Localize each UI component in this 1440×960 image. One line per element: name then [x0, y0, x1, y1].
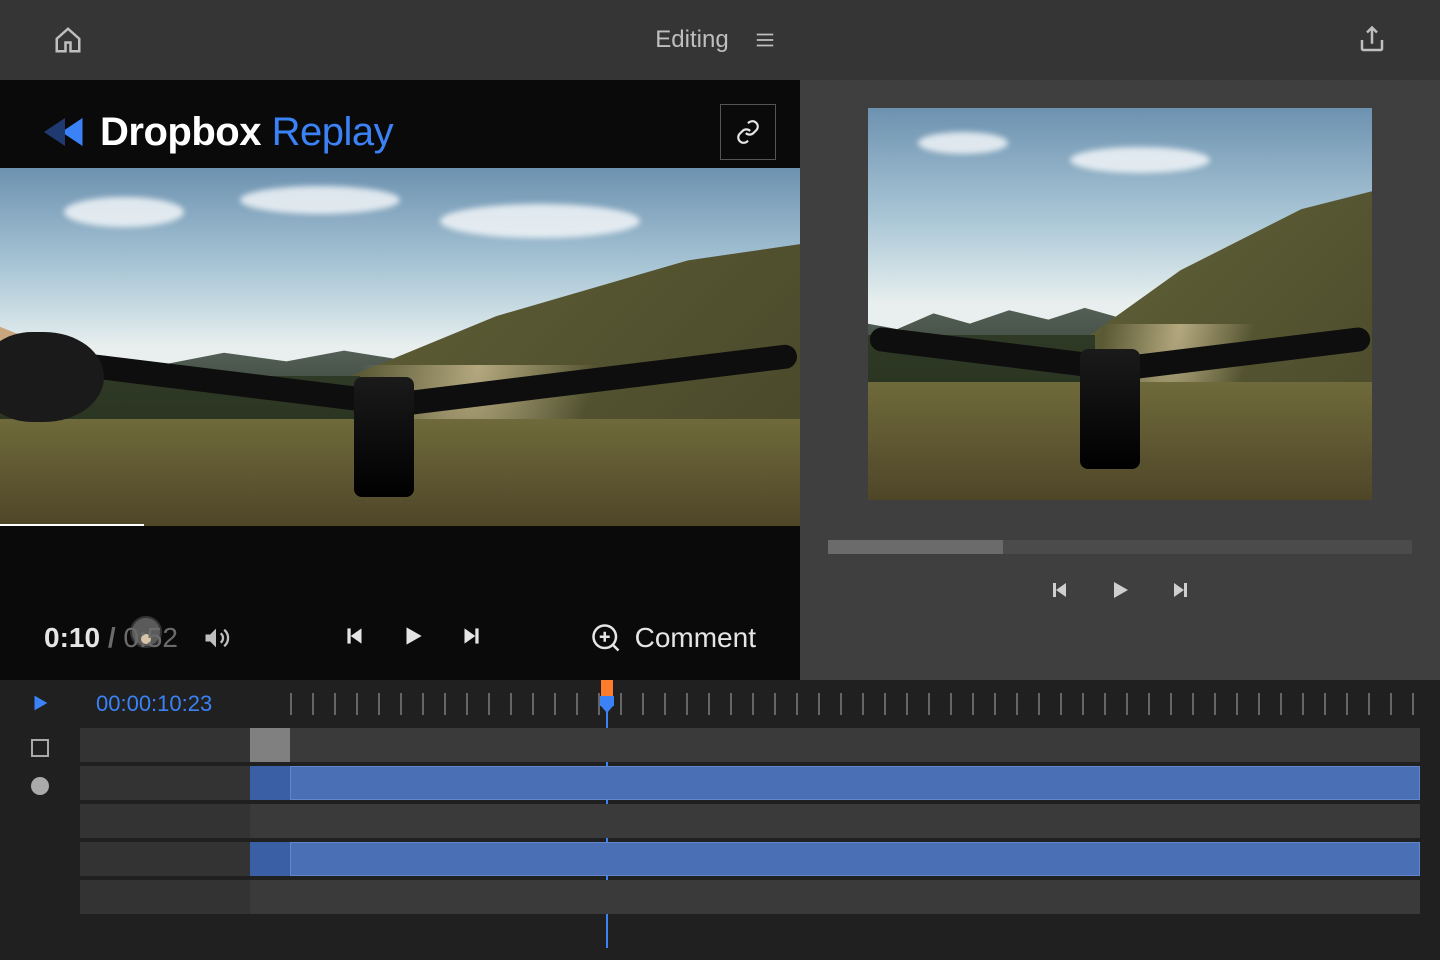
preview-scrubber[interactable]	[828, 540, 1412, 554]
timecode-display: 00:00:10:23	[80, 691, 290, 717]
timeline-ruler[interactable]	[290, 680, 1420, 728]
top-bar: Editing	[0, 0, 1440, 80]
step-back-button[interactable]	[342, 623, 368, 654]
preview-transport	[1048, 578, 1192, 607]
replay-logo: Dropbox Replay	[44, 110, 393, 155]
secondary-video-viewport[interactable]	[868, 108, 1372, 500]
timeline-tracks	[80, 728, 1440, 960]
clip-handle[interactable]	[250, 842, 290, 876]
logo-product: Replay	[272, 110, 394, 154]
duration: 0:52	[123, 622, 178, 653]
timeline-body: 00:00:10:23	[80, 680, 1440, 960]
replay-controls: 0:10 / 0:52 Comment	[0, 596, 800, 680]
share-icon[interactable]	[1352, 20, 1392, 60]
playhead-marker-icon	[600, 696, 614, 706]
time-display: 0:10 / 0:52	[44, 622, 178, 654]
track-row[interactable]	[80, 842, 1420, 876]
track-row[interactable]	[80, 728, 1420, 762]
timeline-stop-button[interactable]	[31, 739, 49, 757]
preview-step-back-button[interactable]	[1048, 578, 1072, 607]
play-button[interactable]	[400, 623, 426, 654]
main-area: Dropbox Replay	[0, 80, 1440, 680]
track-row[interactable]	[80, 766, 1420, 800]
replay-panel: Dropbox Replay	[0, 80, 800, 680]
current-time: 0:10	[44, 622, 100, 653]
comment-label: Comment	[635, 622, 756, 654]
clip[interactable]	[290, 766, 1420, 800]
timeline-record-button[interactable]	[31, 777, 49, 795]
add-comment-button[interactable]: Comment	[591, 622, 756, 654]
preview-play-button[interactable]	[1108, 578, 1132, 607]
clip[interactable]	[250, 728, 290, 762]
clip[interactable]	[290, 842, 1420, 876]
page-title: Editing	[655, 26, 728, 54]
preview-step-forward-button[interactable]	[1168, 578, 1192, 607]
clip-handle[interactable]	[250, 766, 290, 800]
timeline: 00:00:10:23	[0, 680, 1440, 960]
timeline-side-controls	[0, 680, 80, 960]
home-icon[interactable]	[48, 20, 88, 60]
main-video-viewport[interactable]	[0, 168, 800, 526]
track-row[interactable]	[80, 804, 1420, 838]
step-forward-button[interactable]	[458, 623, 484, 654]
replay-logo-icon	[44, 111, 86, 153]
track-row[interactable]	[80, 880, 1420, 914]
preview-panel	[800, 80, 1440, 680]
main-transport	[342, 623, 484, 654]
copy-link-button[interactable]	[720, 104, 776, 160]
playhead-marker-in-icon	[601, 680, 613, 696]
menu-icon[interactable]	[745, 20, 785, 60]
replay-header: Dropbox Replay	[0, 80, 800, 168]
timeline-play-button[interactable]	[29, 692, 51, 719]
volume-icon[interactable]	[196, 618, 236, 658]
logo-brand: Dropbox	[100, 110, 261, 154]
